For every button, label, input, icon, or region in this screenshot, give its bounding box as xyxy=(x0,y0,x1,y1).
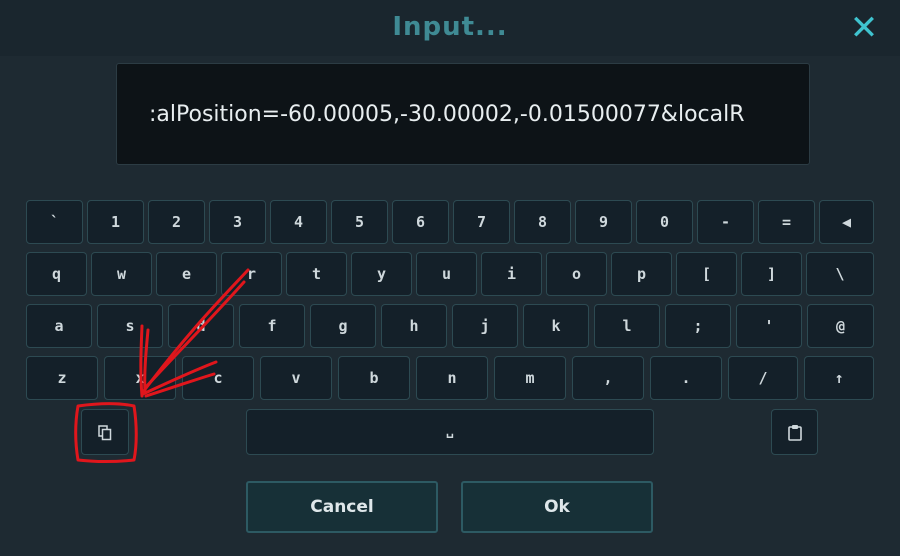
text-input-field[interactable]: :alPosition=-60.00005,-30.00002,-0.01500… xyxy=(116,63,810,165)
key-minus[interactable]: - xyxy=(697,200,754,244)
key-4[interactable]: 4 xyxy=(270,200,327,244)
key-semicolon[interactable]: ; xyxy=(665,304,731,348)
key-p[interactable]: p xyxy=(611,252,672,296)
key-apostrophe[interactable]: ' xyxy=(736,304,802,348)
key-close-bracket[interactable]: ] xyxy=(741,252,802,296)
dialog-title: Input... xyxy=(392,12,508,42)
key-v[interactable]: v xyxy=(260,356,332,400)
key-l[interactable]: l xyxy=(594,304,660,348)
key-1[interactable]: 1 xyxy=(87,200,144,244)
key-b[interactable]: b xyxy=(338,356,410,400)
key-f[interactable]: f xyxy=(239,304,305,348)
key-8[interactable]: 8 xyxy=(514,200,571,244)
key-shift[interactable]: ↑ xyxy=(804,356,874,400)
key-open-bracket[interactable]: [ xyxy=(676,252,737,296)
copy-icon xyxy=(98,424,112,440)
key-c[interactable]: c xyxy=(182,356,254,400)
key-z[interactable]: z xyxy=(26,356,98,400)
key-equals[interactable]: = xyxy=(758,200,815,244)
space-key[interactable]: ␣ xyxy=(246,409,654,455)
key-backslash[interactable]: \ xyxy=(806,252,874,296)
key-s[interactable]: s xyxy=(97,304,163,348)
key-2[interactable]: 2 xyxy=(148,200,205,244)
key-k[interactable]: k xyxy=(523,304,589,348)
cancel-button[interactable]: Cancel xyxy=(246,481,438,533)
key-comma[interactable]: , xyxy=(572,356,644,400)
paste-button[interactable] xyxy=(771,409,818,455)
ok-button[interactable]: Ok xyxy=(461,481,653,533)
key-r[interactable]: r xyxy=(221,252,282,296)
key-n[interactable]: n xyxy=(416,356,488,400)
paste-icon xyxy=(787,425,802,441)
key-slash[interactable]: / xyxy=(728,356,798,400)
key-g[interactable]: g xyxy=(310,304,376,348)
key-period[interactable]: . xyxy=(650,356,722,400)
key-3[interactable]: 3 xyxy=(209,200,266,244)
key-6[interactable]: 6 xyxy=(392,200,449,244)
close-icon[interactable]: ✕ xyxy=(846,10,882,46)
key-y[interactable]: y xyxy=(351,252,412,296)
key-a[interactable]: a xyxy=(26,304,92,348)
key-backspace[interactable]: ◀ xyxy=(819,200,874,244)
key-9[interactable]: 9 xyxy=(575,200,632,244)
key-q[interactable]: q xyxy=(26,252,87,296)
key-d[interactable]: d xyxy=(168,304,234,348)
key-w[interactable]: w xyxy=(91,252,152,296)
key-7[interactable]: 7 xyxy=(453,200,510,244)
copy-button[interactable] xyxy=(81,409,129,455)
key-o[interactable]: o xyxy=(546,252,607,296)
key-u[interactable]: u xyxy=(416,252,477,296)
key-j[interactable]: j xyxy=(452,304,518,348)
key-m[interactable]: m xyxy=(494,356,566,400)
key-5[interactable]: 5 xyxy=(331,200,388,244)
key-i[interactable]: i xyxy=(481,252,542,296)
key-backtick[interactable]: ` xyxy=(26,200,83,244)
key-x[interactable]: x xyxy=(104,356,176,400)
input-value: :alPosition=-60.00005,-30.00002,-0.01500… xyxy=(149,102,745,127)
dialog-titlebar: Input... ✕ xyxy=(0,0,900,56)
key-e[interactable]: e xyxy=(156,252,217,296)
key-h[interactable]: h xyxy=(381,304,447,348)
key-at[interactable]: @ xyxy=(807,304,874,348)
key-0[interactable]: 0 xyxy=(636,200,693,244)
key-t[interactable]: t xyxy=(286,252,347,296)
